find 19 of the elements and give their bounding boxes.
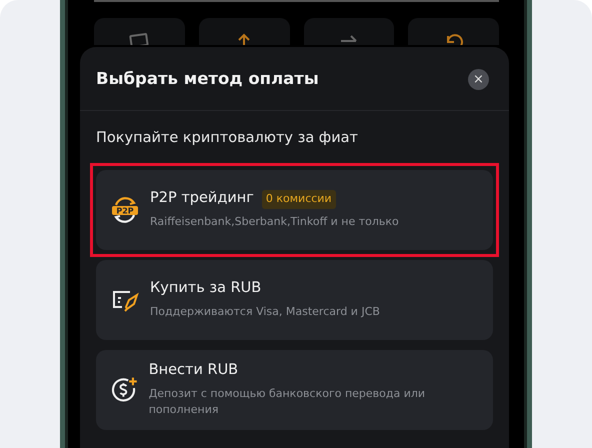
- sheet-title: Выбрать метод оплаты: [96, 68, 319, 90]
- payment-method-card[interactable]: Купить за RUB Поддерживаются Visa, Mastercard и JCB: [96, 260, 493, 340]
- section-title: Покупайте криптовалюту за фиат: [95, 128, 359, 148]
- close-button[interactable]: ×: [468, 68, 489, 90]
- method-description: Депозит с помощью банковского перевода или пополнения: [148, 386, 426, 418]
- card-icon: [128, 31, 150, 45]
- action-tile[interactable]: [94, 18, 185, 45]
- method-title: Внести RUB: [148, 361, 238, 380]
- action-tile[interactable]: [408, 18, 499, 45]
- method-title: P2P трейдинг: [150, 189, 254, 208]
- action-tile[interactable]: [304, 18, 394, 45]
- method-description: Raiffeisenbank,Sberbank,Tinkoff и не только: [150, 214, 400, 230]
- method-title: Купить за RUB: [150, 279, 262, 298]
- payment-method-card[interactable]: Внести RUB Депозит с помощью банковского перевода или пополнения: [96, 350, 493, 430]
- fee-badge: 0 комиссии: [262, 190, 336, 208]
- dollar-plus-icon: [110, 374, 139, 404]
- action-tile[interactable]: [198, 18, 290, 45]
- method-description: Поддерживаются Visa, Mastercard и JCB: [150, 304, 381, 320]
- payment-method-card[interactable]: P2P P2P трейдинг 0 комиссии Raiffeisenbank,Sberbank,Tinkoff и не только: [96, 170, 493, 250]
